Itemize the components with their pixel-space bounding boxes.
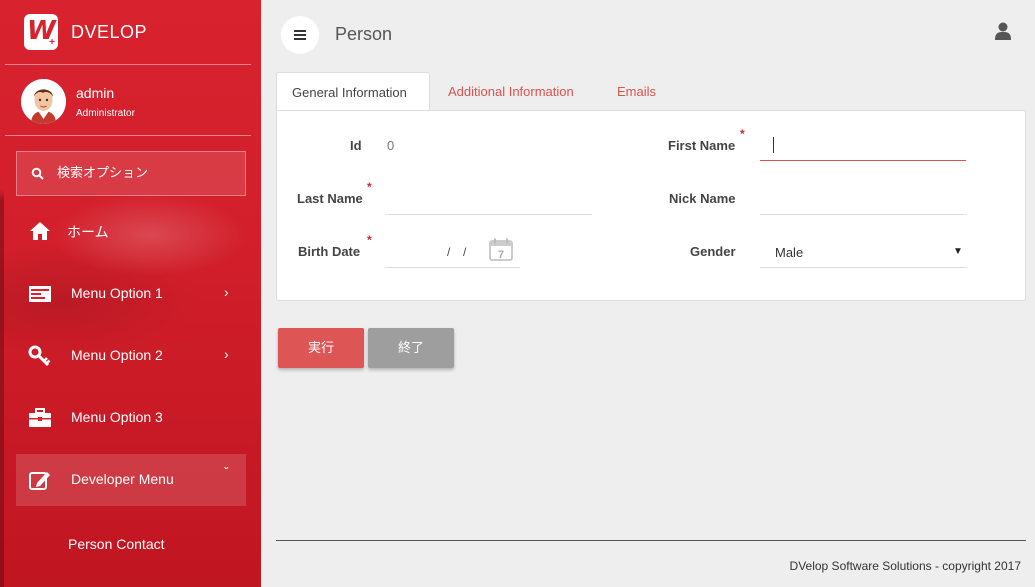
logo: W +: [24, 14, 58, 50]
date-separator: /: [447, 245, 451, 259]
divider: [5, 135, 251, 136]
sidebar-item-menu-option-1[interactable]: Menu Option 1 ›: [16, 268, 246, 320]
text-caret: [773, 137, 774, 153]
home-icon: [30, 222, 50, 240]
brand-name: DVELOP: [71, 22, 148, 42]
hamburger-icon: [294, 30, 306, 32]
tab-additional-information[interactable]: Additional Information: [448, 72, 574, 111]
user-name: admin: [76, 85, 115, 101]
user-panel[interactable]: admin Administrator: [0, 70, 261, 132]
required-marker: *: [367, 180, 372, 194]
sidebar-item-home[interactable]: ホーム: [16, 205, 246, 257]
birth-date-label: Birth Date: [298, 244, 361, 259]
calendar-icon[interactable]: 7: [489, 238, 513, 261]
key-icon: [28, 345, 51, 367]
sidebar-item-menu-option-2[interactable]: Menu Option 2 ›: [16, 330, 246, 382]
run-button[interactable]: 実行: [278, 328, 364, 368]
user-role: Administrator: [76, 108, 135, 119]
sidebar-item-label: Menu Option 3: [71, 409, 163, 425]
field-underline: [385, 267, 520, 268]
sidebar-search[interactable]: [16, 151, 246, 196]
brand[interactable]: W + DVELOP: [0, 0, 261, 64]
required-marker: *: [367, 233, 372, 247]
chevron-down-icon: ˇ: [224, 464, 229, 480]
avatar-face-icon: [21, 79, 66, 124]
search-icon: [31, 167, 44, 180]
field-underline: [760, 160, 966, 161]
avatar: [21, 79, 66, 124]
sidebar: W + DVELOP admin Administrator 検索オプション ホ…: [0, 0, 261, 587]
tab-general-information[interactable]: General Information: [276, 72, 430, 111]
list-icon: [29, 286, 51, 302]
field-underline: [760, 214, 967, 215]
id-label: Id: [350, 138, 362, 153]
sidebar-item-developer-menu[interactable]: Developer Menu ˇ: [16, 454, 246, 506]
end-button[interactable]: 終了: [368, 328, 454, 368]
sidebar-item-label: ホーム: [67, 224, 109, 240]
calendar-day-label: 7: [498, 249, 504, 261]
required-marker: *: [740, 127, 745, 141]
gender-selected-value: Male: [775, 245, 804, 260]
tab-emails[interactable]: Emails: [617, 72, 656, 111]
footer-copyright: DVelop Software Solutions - copyright 20…: [789, 559, 1021, 573]
last-name-label: Last Name: [297, 191, 363, 206]
briefcase-icon: [29, 408, 51, 427]
menu-toggle-button[interactable]: [281, 16, 319, 54]
user-icon[interactable]: [995, 22, 1011, 40]
logo-plus-icon: +: [49, 37, 55, 48]
footer-divider: [276, 540, 1026, 541]
nick-name-label: Nick Name: [669, 191, 736, 206]
sidebar-item-label: Developer Menu: [71, 471, 174, 487]
date-separator: /: [463, 245, 467, 259]
sidebar-item-menu-option-3[interactable]: Menu Option 3: [16, 392, 246, 444]
edit-icon: [29, 472, 50, 490]
divider: [5, 64, 251, 65]
page-title: Person: [335, 24, 393, 44]
id-value: 0: [387, 138, 395, 153]
gender-label: Gender: [690, 244, 736, 259]
sidebar-item-label: Menu Option 1: [71, 285, 163, 301]
first-name-label: First Name: [668, 138, 736, 153]
search-input[interactable]: [57, 152, 242, 195]
hamburger-icon: [294, 38, 306, 40]
chevron-right-icon: ›: [224, 346, 229, 362]
hamburger-icon: [294, 34, 306, 36]
chevron-right-icon: ›: [224, 284, 229, 300]
field-underline: [385, 214, 592, 215]
first-name-field[interactable]: [760, 129, 966, 161]
last-name-field[interactable]: [385, 182, 592, 215]
form-panel: Id 0 First Name * Last Name * Nick Name …: [276, 110, 1026, 301]
dropdown-arrow-icon: ▼: [953, 246, 963, 257]
field-underline: [760, 267, 967, 268]
nick-name-field[interactable]: [760, 182, 967, 215]
gender-select[interactable]: Male ▼: [760, 235, 967, 268]
sidebar-subitem-person-contact[interactable]: Person Contact: [68, 536, 165, 552]
sidebar-item-label: Menu Option 2: [71, 347, 163, 363]
